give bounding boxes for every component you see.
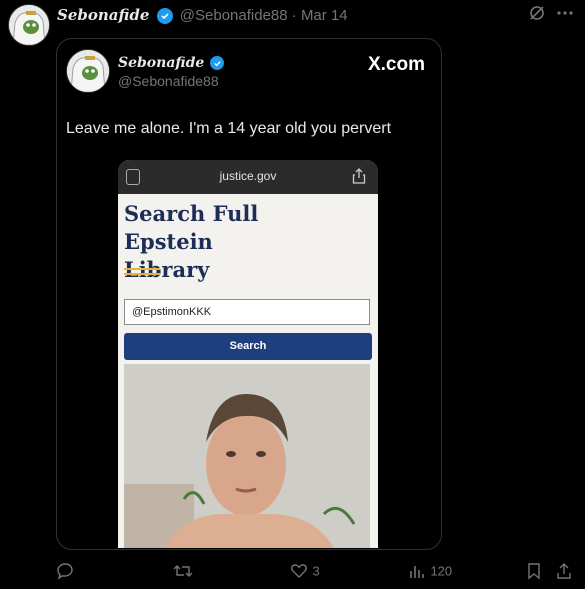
card-author-block: Sebonafide @Sebonafide88: [118, 53, 318, 90]
card-handle: @Sebonafide88: [118, 73, 219, 89]
library-title-line1: Search Full Epstein: [124, 201, 259, 254]
library-search-button: Search: [124, 333, 372, 360]
author-avatar[interactable]: [8, 4, 50, 46]
portrait-image: [124, 364, 370, 548]
share-icon: [557, 563, 571, 579]
reply-button[interactable]: [56, 562, 74, 585]
phone-screenshot: justice.gov Search Full Epstein Library …: [118, 160, 378, 548]
tweet-header: Sebonafide @Sebonafide88 · Mar 14: [57, 5, 348, 25]
action-bar: 3 120: [0, 560, 585, 584]
retweet-button[interactable]: [173, 562, 193, 585]
verified-badge-icon: [156, 8, 173, 25]
views-button[interactable]: 120: [408, 562, 452, 580]
library-search-input: @EpstimonKKK: [124, 299, 370, 325]
x-brand-label: X.com: [367, 54, 425, 75]
share-button[interactable]: [555, 562, 573, 585]
heart-icon: [291, 564, 307, 578]
card-display-name: Sebonafide: [118, 55, 205, 71]
like-button[interactable]: 3: [290, 562, 320, 580]
view-count: 120: [430, 563, 453, 579]
reply-icon: [57, 563, 73, 580]
pepe-avatar-image: [67, 50, 109, 92]
pepe-avatar-image: [9, 5, 49, 45]
like-count: 3: [312, 563, 320, 579]
title-underline-accent: [124, 268, 160, 275]
bookmark-button[interactable]: [526, 562, 542, 585]
separator-dot: ·: [291, 7, 297, 24]
grok-icon[interactable]: [528, 4, 546, 22]
share-icon: [352, 168, 366, 189]
browser-url: justice.gov: [219, 169, 277, 183]
result-photo: [124, 364, 370, 548]
browser-url-bar: justice.gov: [118, 160, 378, 194]
author-handle[interactable]: @Sebonafide88: [180, 7, 288, 24]
more-icon[interactable]: [556, 4, 574, 22]
verified-badge-icon: [210, 56, 225, 71]
author-display-name[interactable]: Sebonafide: [57, 6, 149, 24]
retweet-icon: [173, 565, 193, 577]
bookmark-icon: [528, 563, 540, 580]
card-author-avatar: [66, 49, 110, 93]
card-post-text: Leave me alone. I'm a 14 year old you pe…: [66, 120, 392, 137]
tweet-date[interactable]: Mar 14: [301, 7, 348, 24]
views-icon: [410, 566, 424, 578]
